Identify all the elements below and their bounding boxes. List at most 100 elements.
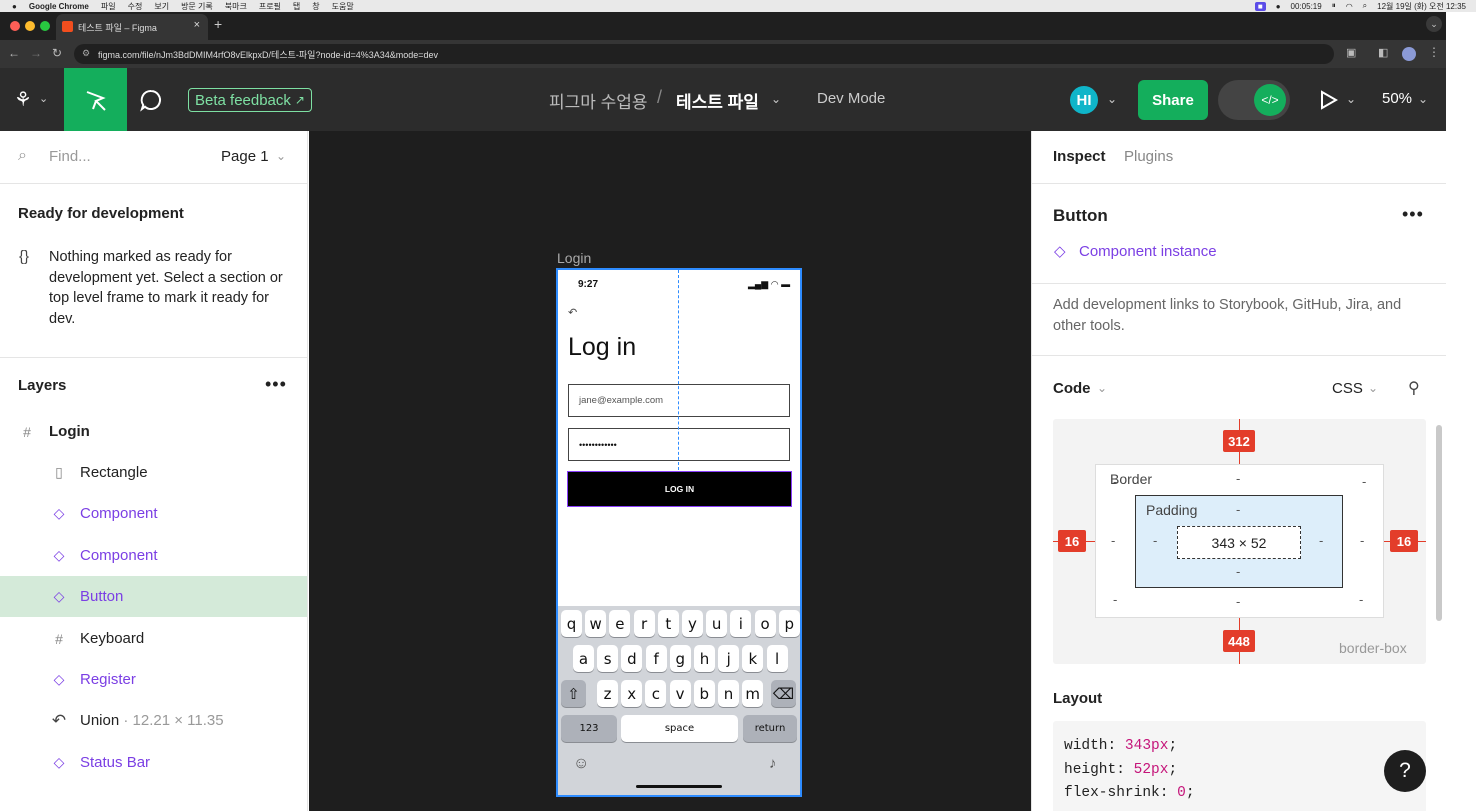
return-key[interactable]: return xyxy=(743,715,797,742)
key-c[interactable]: c xyxy=(645,680,667,707)
design-canvas[interactable]: Login 9:27 ▂▄▆ ◠ ▬ ↶ Log in jane@example… xyxy=(309,131,1031,811)
key-e[interactable]: e xyxy=(609,610,631,637)
code-settings-icon[interactable]: ⚲ xyxy=(1408,378,1420,398)
key-p[interactable]: p xyxy=(778,610,800,637)
key-i[interactable]: i xyxy=(730,610,752,637)
layer-login[interactable]: # Login xyxy=(0,411,307,452)
app-name[interactable]: Google Chrome xyxy=(29,2,89,11)
dev-mode-toggle[interactable]: </> xyxy=(1218,80,1290,120)
key-s[interactable]: s xyxy=(597,645,619,672)
screen-share-icon[interactable]: ■ xyxy=(1254,1,1266,11)
present-play-icon[interactable] xyxy=(1320,90,1338,110)
language-chevron-icon[interactable]: ⌄ xyxy=(1368,381,1378,395)
frame-label[interactable]: Login xyxy=(557,250,591,266)
user-avatar[interactable]: HI xyxy=(1068,84,1100,116)
figma-menu-icon[interactable]: ⚘ xyxy=(14,87,32,112)
key-b[interactable]: b xyxy=(693,680,715,707)
menu-bookmarks[interactable]: 북마크 xyxy=(225,1,247,12)
key-d[interactable]: d xyxy=(621,645,643,672)
key-y[interactable]: y xyxy=(682,610,703,637)
css-code-block[interactable]: width: 343px; height: 52px; flex-shrink:… xyxy=(1053,721,1426,811)
layer-component-2[interactable]: ◇ Component xyxy=(0,535,307,576)
key-w[interactable]: w xyxy=(585,610,607,637)
layer-keyboard[interactable]: # Keyboard xyxy=(0,618,307,659)
key-m[interactable]: m xyxy=(742,680,764,707)
zoom-level[interactable]: 50% xyxy=(1382,90,1412,107)
code-chevron-icon[interactable]: ⌄ xyxy=(1097,381,1107,395)
layer-component-1[interactable]: ◇ Component xyxy=(0,493,307,534)
key-u[interactable]: u xyxy=(706,610,728,637)
selection-more-icon[interactable]: ••• xyxy=(1402,204,1424,225)
menu-profile[interactable]: 프로필 xyxy=(259,1,281,12)
code-section-title[interactable]: Code xyxy=(1053,380,1091,397)
menu-file[interactable]: 파일 xyxy=(101,1,116,12)
login-button[interactable]: LOG IN xyxy=(567,471,792,507)
profile-avatar[interactable] xyxy=(1402,47,1416,61)
language-selector[interactable]: CSS xyxy=(1332,380,1363,397)
dev-links-hint[interactable]: Add development links to Storybook, GitH… xyxy=(1053,295,1433,336)
password-field[interactable]: •••••••••••• xyxy=(568,428,790,461)
key-r[interactable]: r xyxy=(633,610,655,637)
back-arrow-icon[interactable]: ↶ xyxy=(568,306,577,319)
search-input[interactable]: Find... xyxy=(49,148,91,165)
page-selector[interactable]: Page 1 xyxy=(221,148,269,165)
key-j[interactable]: j xyxy=(718,645,740,672)
panel-scrollbar[interactable] xyxy=(1436,425,1442,621)
key-k[interactable]: k xyxy=(742,645,764,672)
layers-more-icon[interactable]: ••• xyxy=(265,374,287,395)
back-icon[interactable]: ← xyxy=(8,46,20,60)
component-instance-link[interactable]: Component instance xyxy=(1079,243,1217,260)
login-frame[interactable]: 9:27 ▂▄▆ ◠ ▬ ↶ Log in jane@example.com •… xyxy=(556,268,802,797)
key-g[interactable]: g xyxy=(669,645,691,672)
address-bar[interactable]: ⚙ figma.com/file/nJm3BdDMIM4rfO8vElkpxD/… xyxy=(74,44,1334,64)
key-h[interactable]: h xyxy=(694,645,715,672)
layer-status-bar[interactable]: ◇ Status Bar xyxy=(0,742,307,783)
reload-icon[interactable]: ↻ xyxy=(52,46,62,60)
key-n[interactable]: n xyxy=(718,680,739,707)
key-v[interactable]: v xyxy=(669,680,691,707)
beta-feedback-button[interactable]: Beta feedback ↗ xyxy=(188,88,312,112)
numbers-key[interactable]: 123 xyxy=(561,715,617,742)
move-tool-button[interactable] xyxy=(64,68,127,131)
date-time[interactable]: 12월 19일 (화) 오전 12:35 xyxy=(1377,1,1466,12)
file-name[interactable]: 테스트 파일 xyxy=(676,88,759,113)
minimize-window-button[interactable] xyxy=(25,21,35,31)
close-tab-icon[interactable]: × xyxy=(194,19,200,31)
pause-icon[interactable]: ⏸ xyxy=(1332,1,1336,11)
forward-icon[interactable]: → xyxy=(30,46,42,60)
shift-key[interactable]: ⇧ xyxy=(561,680,586,707)
project-name[interactable]: 피그마 수업용 xyxy=(549,88,648,113)
extensions-icon[interactable]: ▣ xyxy=(1346,46,1356,59)
close-window-button[interactable] xyxy=(10,21,20,31)
layer-register[interactable]: ◇ Register xyxy=(0,659,307,700)
comment-icon[interactable] xyxy=(139,88,163,112)
space-key[interactable]: space xyxy=(621,715,738,742)
key-l[interactable]: l xyxy=(766,645,788,672)
chrome-menu-icon[interactable]: ⋮ xyxy=(1428,45,1440,59)
share-button[interactable]: Share xyxy=(1138,80,1208,120)
menu-view[interactable]: 보기 xyxy=(154,1,169,12)
page-chevron-icon[interactable]: ⌄ xyxy=(276,149,286,163)
key-t[interactable]: t xyxy=(657,610,679,637)
key-f[interactable]: f xyxy=(645,645,667,672)
site-info-icon[interactable]: ⚙ xyxy=(82,48,90,59)
file-menu-chevron-icon[interactable]: ⌄ xyxy=(771,92,781,106)
help-button[interactable]: ? xyxy=(1384,750,1426,792)
zoom-chevron-icon[interactable]: ⌄ xyxy=(1418,92,1428,106)
menu-tab[interactable]: 탭 xyxy=(293,1,300,12)
sidepanel-icon[interactable]: ◧ xyxy=(1378,46,1388,59)
menu-help[interactable]: 도움말 xyxy=(332,1,354,12)
email-field[interactable]: jane@example.com xyxy=(568,384,790,417)
zoom-window-button[interactable] xyxy=(40,21,50,31)
tab-inspect[interactable]: Inspect xyxy=(1053,148,1106,165)
tab-search-icon[interactable]: ⌄ xyxy=(1426,16,1442,32)
key-x[interactable]: x xyxy=(621,680,643,707)
chevron-down-icon[interactable]: ⌄ xyxy=(39,92,48,105)
menu-history[interactable]: 방문 기록 xyxy=(181,1,213,12)
key-a[interactable]: a xyxy=(573,645,594,672)
layer-rectangle[interactable]: ▯ Rectangle xyxy=(0,452,307,493)
layer-union[interactable]: ↶ Union · 12.21 × 11.35 xyxy=(0,700,307,741)
key-o[interactable]: o xyxy=(754,610,776,637)
apple-icon[interactable]: ● xyxy=(12,2,17,11)
browser-tab[interactable]: 테스트 파일 – Figma × xyxy=(56,14,208,40)
